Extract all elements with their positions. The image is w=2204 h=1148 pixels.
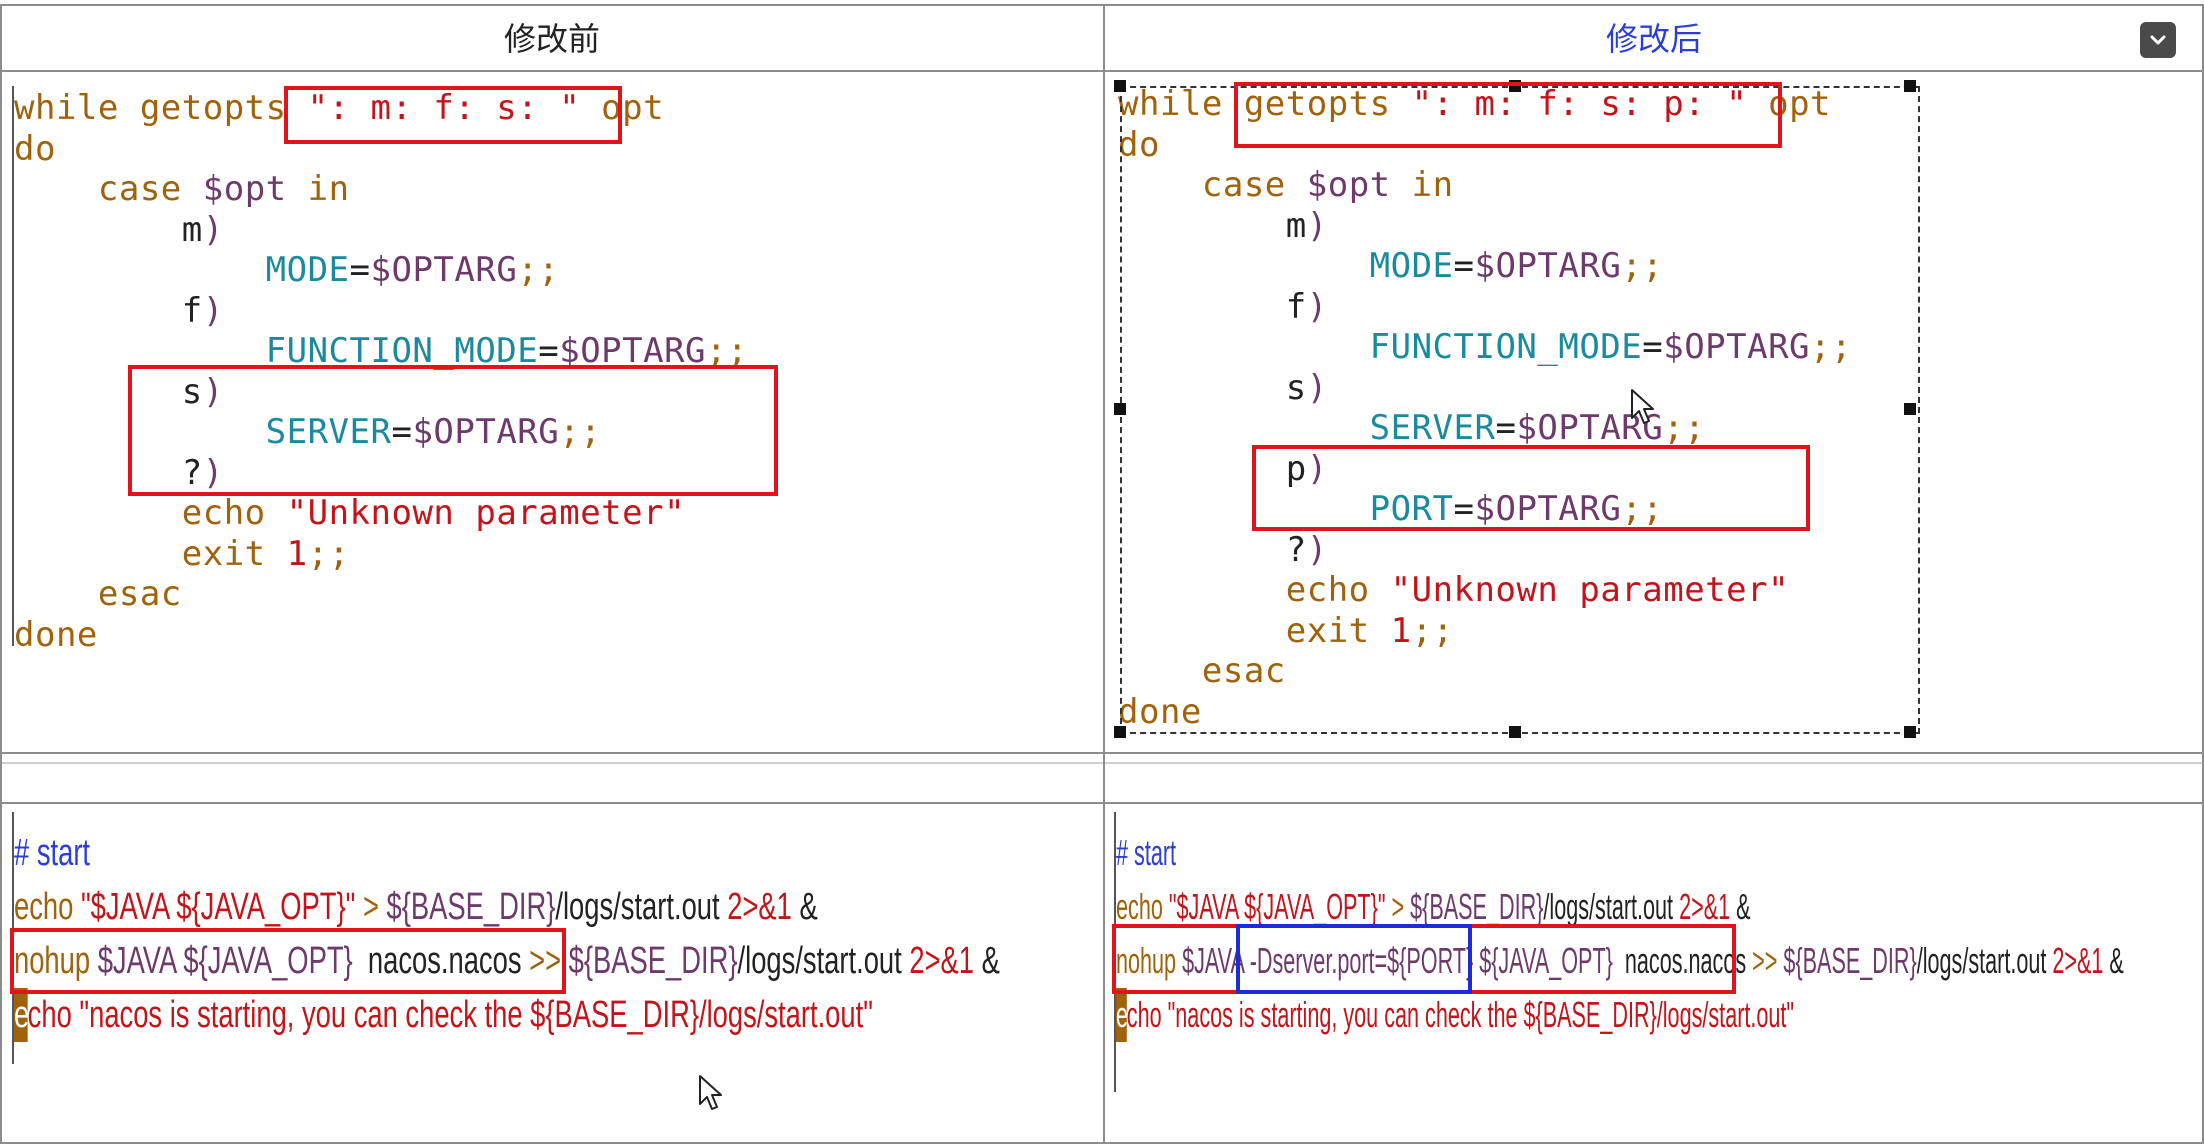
header-divider	[0, 70, 2204, 72]
code-token: cho "nacos is starting, you can check th…	[1126, 994, 1795, 1035]
header-before: 修改前	[503, 20, 600, 58]
code-token: ;;	[517, 250, 560, 290]
code-line: esac	[14, 574, 748, 615]
code-token: f	[181, 290, 203, 331]
code-token: 2>&1	[909, 940, 975, 982]
table-border-left	[0, 4, 2, 1144]
code-token: MODE	[265, 250, 350, 290]
comparison-table: 修改前 修改后 while getopts ": m: f: s: " opt d…	[0, 0, 2204, 1148]
code-token: /logs/start.out	[555, 886, 728, 928]
code-token: echo	[1116, 886, 1169, 927]
code-token: &	[2103, 940, 2124, 981]
code-token: >>	[1752, 940, 1784, 981]
code-token: # start	[1116, 832, 1177, 873]
code-line: # start	[14, 826, 1000, 880]
table-border-bottom	[0, 1142, 2204, 1144]
code-token: ;;	[307, 533, 350, 574]
code-token: do	[14, 128, 56, 169]
code-token: $opt	[202, 169, 308, 209]
code-token: echo	[14, 886, 81, 928]
code-line: case $opt in	[14, 169, 748, 210]
code-token: )	[202, 209, 224, 250]
code-token: &	[1730, 886, 1751, 927]
code-token: &	[974, 940, 1000, 982]
code-token: esac	[97, 574, 182, 614]
code-token: ${BASE_DIR}	[1783, 940, 1917, 981]
code-token: ${BASE_DIR}	[386, 886, 556, 928]
code-token: # start	[14, 832, 91, 874]
code-token: $OPTARG	[370, 250, 518, 290]
code-token: in	[307, 169, 350, 209]
mouse-pointer-icon	[1631, 389, 1654, 424]
code-line: m)	[14, 210, 748, 251]
highlight-port-case-after	[1252, 445, 1810, 531]
code-line: echo "Unknown parameter"	[14, 493, 748, 534]
resize-handle-br[interactable]	[1904, 726, 1916, 738]
mouse-pointer-icon	[699, 1075, 722, 1110]
resize-handle-bm[interactable]	[1509, 726, 1521, 738]
code-token: 2>&1	[1679, 886, 1731, 927]
code-token: m	[181, 209, 203, 250]
code-line: done	[14, 615, 748, 656]
code-token: "Unknown parameter"	[286, 493, 686, 533]
code-line: exit 1;;	[14, 534, 748, 575]
code-line: echo "nacos is starting, you can check t…	[1116, 988, 2124, 1042]
code-token: 2>&1	[727, 886, 792, 928]
code-token: "$JAVA ${JAVA_OPT}"	[1168, 886, 1386, 927]
resize-handle-mr[interactable]	[1904, 403, 1916, 415]
code-token: 1	[286, 533, 308, 574]
header-after: 修改后	[1605, 20, 1702, 58]
resize-handle-ml[interactable]	[1114, 403, 1126, 415]
code-token: "$JAVA ${JAVA_OPT}"	[80, 886, 356, 928]
resize-handle-tl[interactable]	[1114, 80, 1126, 92]
resize-handle-bl[interactable]	[1114, 726, 1126, 738]
code-line: f)	[14, 291, 748, 332]
highlight-getopts-after	[1234, 82, 1782, 148]
code-token: ${BASE_DIR}	[1410, 886, 1544, 927]
code-token: /logs/start.out	[1916, 940, 2053, 981]
highlight-server-port-flag	[1236, 924, 1472, 994]
code-token: ${BASE_DIR}	[568, 940, 738, 982]
code-token: =	[349, 250, 371, 290]
highlight-server-case-before	[128, 365, 778, 496]
highlight-nohup-before	[10, 928, 566, 994]
code-token: >	[355, 886, 387, 928]
text-box-selection[interactable]	[1120, 86, 1920, 734]
code-token: &	[791, 886, 818, 928]
code-token: >	[1385, 886, 1411, 927]
code-token: /logs/start.out	[1543, 886, 1680, 927]
chevron-down-icon[interactable]	[2140, 22, 2176, 58]
highlight-getopts-before	[284, 86, 622, 144]
code-token: while getopts	[14, 88, 308, 128]
code-token: case	[97, 169, 203, 209]
code-token: e	[14, 988, 29, 1042]
code-token: )	[202, 290, 224, 331]
code-token: 2>&1	[2052, 940, 2104, 981]
code-line: echo "$JAVA ${JAVA_OPT}" > ${BASE_DIR}/l…	[14, 880, 1000, 934]
row2-top-border	[0, 802, 2204, 804]
code-token: e	[1116, 988, 1128, 1042]
code-token: cho "nacos is starting, you can check th…	[27, 994, 873, 1036]
column-divider	[1103, 4, 1105, 1144]
code-line: echo "nacos is starting, you can check t…	[14, 988, 1000, 1042]
code-token: /logs/start.out	[737, 940, 910, 982]
code-token: done	[14, 614, 98, 655]
code-token: echo	[181, 493, 287, 533]
row1-bottom-border	[0, 752, 2204, 754]
code-line: MODE=$OPTARG;;	[14, 250, 748, 291]
resize-handle-tr[interactable]	[1904, 80, 1916, 92]
row-gap-line	[0, 762, 2204, 764]
code-token: exit	[181, 533, 287, 574]
code-line: # start	[1116, 826, 2124, 880]
